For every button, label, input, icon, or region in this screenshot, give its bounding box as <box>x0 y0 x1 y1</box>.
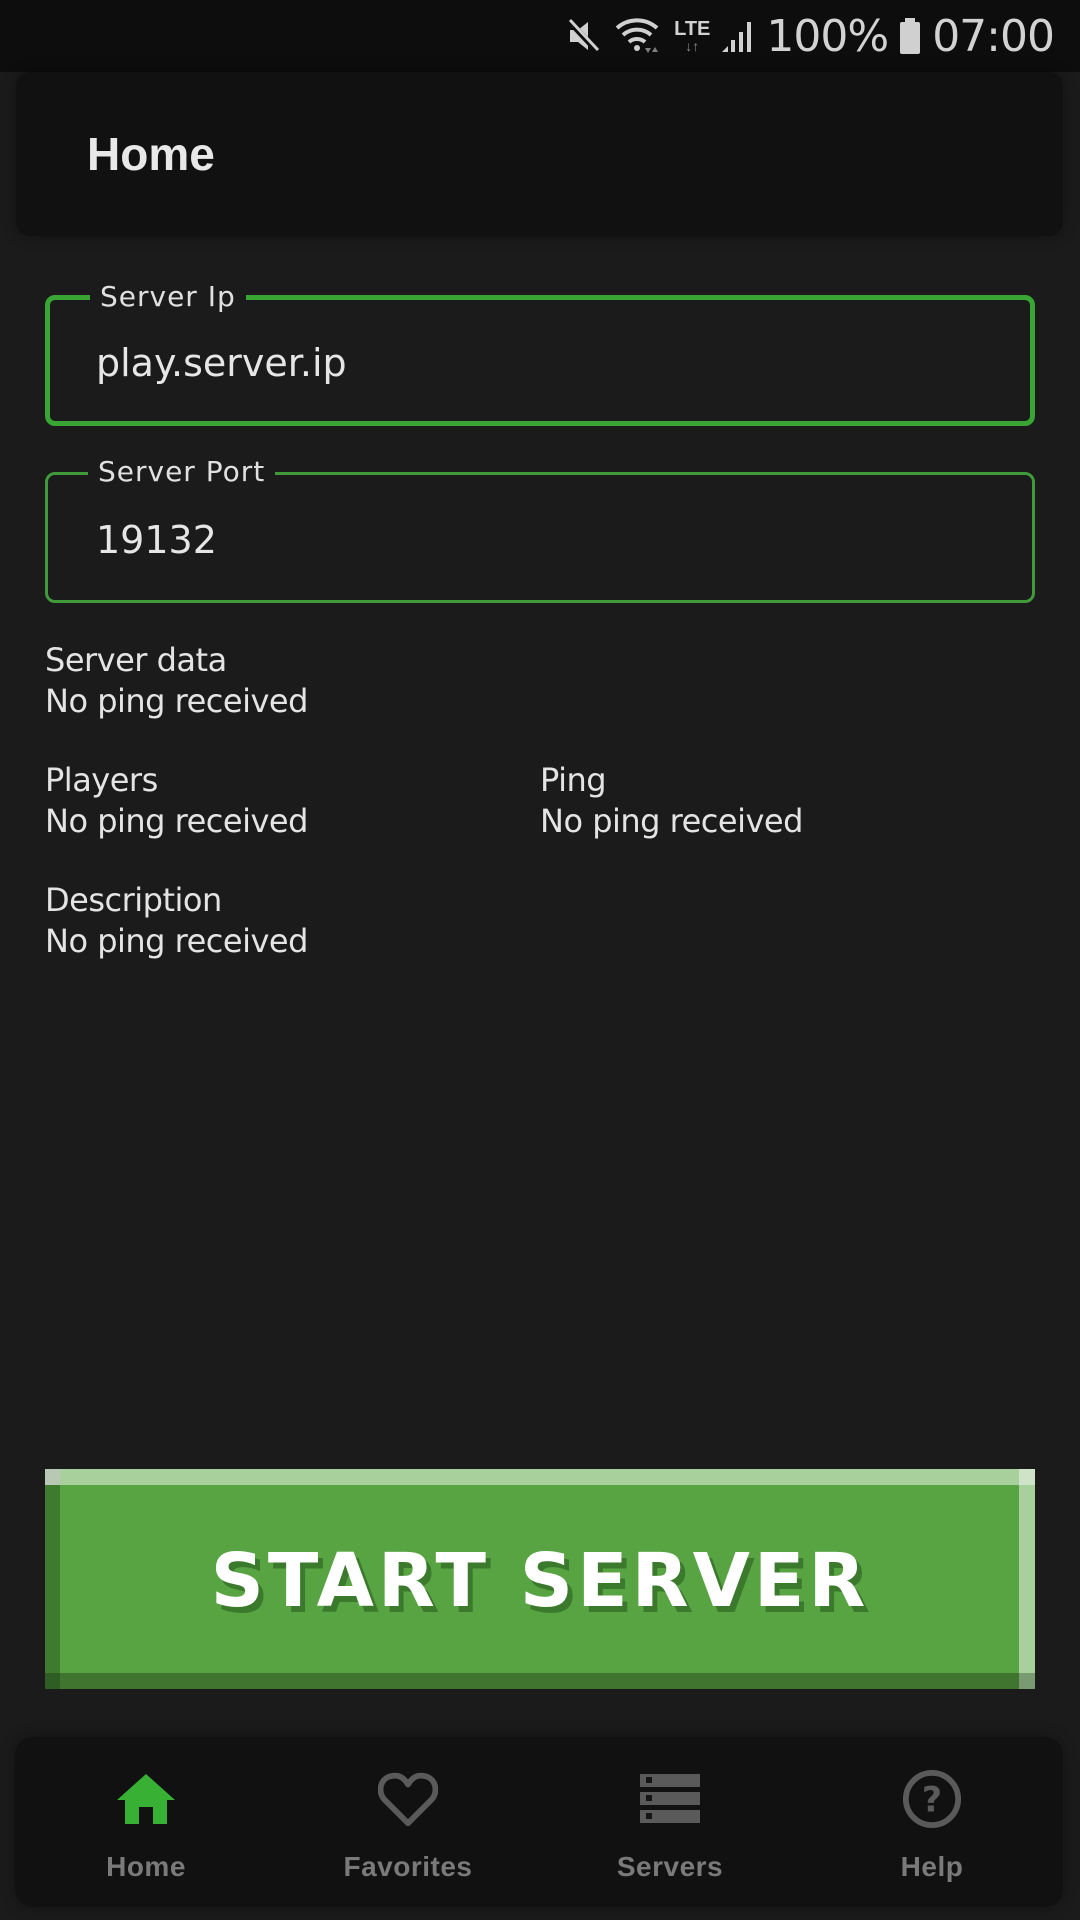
server-data-value: No ping received <box>45 682 308 720</box>
svg-text:?: ? <box>922 1781 942 1821</box>
nav-item-home[interactable]: Home <box>15 1737 277 1907</box>
server-port-label: Server Port <box>88 455 276 489</box>
server-stack-icon <box>640 1769 700 1829</box>
button-highlight-right <box>1019 1469 1035 1689</box>
server-ip-label: Server Ip <box>90 280 246 314</box>
ping-label: Ping <box>540 761 607 799</box>
server-ip-field[interactable]: Server Ip <box>45 280 1035 426</box>
nav-label-home: Home <box>106 1851 186 1882</box>
button-shade-bottom <box>45 1673 1035 1689</box>
server-port-field[interactable]: Server Port <box>45 455 1035 603</box>
page-title: Home <box>87 128 215 180</box>
button-corner <box>45 1469 60 1485</box>
nav-item-help[interactable]: ? Help <box>801 1737 1063 1907</box>
start-server-button[interactable]: START SERVER <box>45 1469 1035 1689</box>
lte-label: LTE <box>674 18 711 40</box>
nav-item-servers[interactable]: Servers <box>539 1737 801 1907</box>
button-corner <box>1019 1469 1035 1485</box>
description-info: Description No ping received <box>45 880 308 962</box>
app-header: Home <box>16 72 1063 236</box>
server-data-info: Server data No ping received <box>45 640 308 722</box>
nav-label-favorites: Favorites <box>343 1851 473 1882</box>
start-server-label: START SERVER <box>210 1538 870 1624</box>
button-highlight-top <box>45 1469 1035 1485</box>
nav-label-servers: Servers <box>616 1851 724 1882</box>
server-port-input[interactable] <box>96 515 996 565</box>
button-shade-left <box>45 1469 60 1689</box>
nav-item-favorites[interactable]: Favorites <box>277 1737 539 1907</box>
players-value: No ping received <box>45 802 308 840</box>
server-data-label: Server data <box>45 641 227 679</box>
lte-icon: LTE ↓↑ <box>674 19 710 53</box>
description-value: No ping received <box>45 922 308 960</box>
button-corner <box>45 1673 60 1689</box>
ping-value: No ping received <box>540 802 803 840</box>
wifi-icon <box>614 16 664 56</box>
players-info: Players No ping received <box>45 760 308 842</box>
signal-icon <box>720 18 756 54</box>
heart-icon <box>378 1769 438 1829</box>
nav-label-help: Help <box>900 1851 964 1882</box>
ping-info: Ping No ping received <box>540 760 803 842</box>
data-arrows-icon: ↓↑ <box>685 38 700 54</box>
mute-icon <box>564 16 604 56</box>
home-icon <box>116 1769 176 1829</box>
battery-icon <box>898 16 922 56</box>
bottom-nav: Home Favorites Servers ? Help <box>15 1737 1063 1907</box>
status-bar: LTE ↓↑ 100% 07:00 <box>0 0 1080 72</box>
players-label: Players <box>45 761 158 799</box>
clock: 07:00 <box>932 10 1055 62</box>
description-label: Description <box>45 881 222 919</box>
battery-percent: 100% <box>766 10 889 62</box>
button-corner <box>1019 1673 1035 1689</box>
help-circle-icon: ? <box>902 1769 962 1829</box>
server-ip-input[interactable] <box>96 338 996 388</box>
